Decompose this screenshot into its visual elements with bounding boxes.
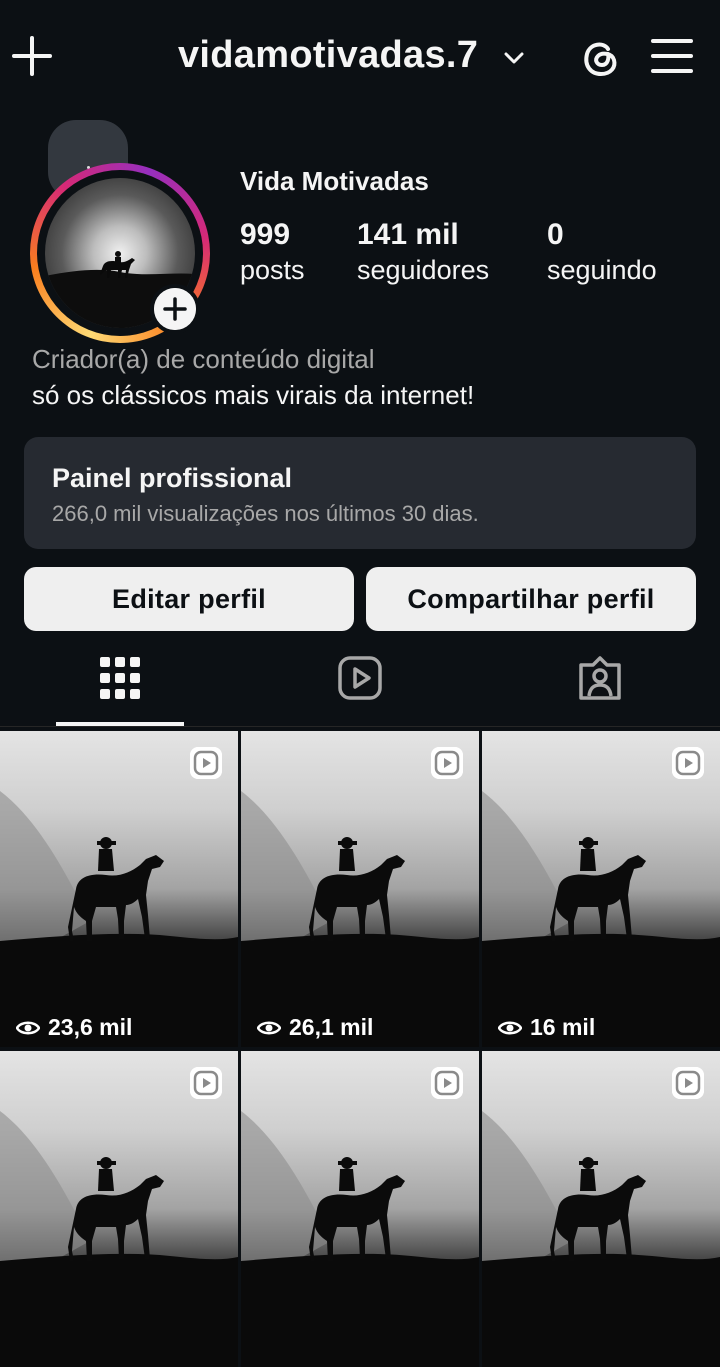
profile-category: Criador(a) de conteúdo digital <box>32 344 375 374</box>
username-title[interactable]: vidamotivadas.7 <box>178 34 478 77</box>
edit-profile-button[interactable]: Editar perfil <box>24 567 354 631</box>
tab-posts-grid[interactable] <box>0 650 240 730</box>
post-tile[interactable] <box>482 1051 720 1367</box>
view-count: 23,6 mil <box>16 1014 132 1041</box>
view-count: 26,1 mil <box>257 1014 373 1041</box>
add-story-plus-icon[interactable] <box>150 284 200 334</box>
reel-badge-icon <box>431 747 463 779</box>
stat-value: 141 mil <box>357 218 459 251</box>
tab-divider <box>0 726 720 727</box>
post-tile[interactable]: 16 mil <box>482 731 720 1047</box>
reel-badge-icon <box>672 747 704 779</box>
top-bar: vidamotivadas.7 <box>0 0 720 116</box>
reel-badge-icon <box>672 1067 704 1099</box>
stat-following[interactable]: 0 seguindo <box>547 218 657 288</box>
stat-label: posts <box>240 255 305 285</box>
eye-icon <box>498 1021 522 1034</box>
view-count-value: 16 mil <box>530 1014 596 1040</box>
display-name: Vida Motivadas <box>240 166 429 196</box>
view-count: 16 mil <box>498 1014 595 1041</box>
stat-label: seguidores <box>357 255 490 285</box>
chevron-down-icon[interactable] <box>502 46 526 70</box>
post-tile[interactable] <box>0 1051 238 1367</box>
create-plus-icon[interactable] <box>10 34 54 78</box>
grid-icon <box>100 657 140 699</box>
post-tile[interactable]: 26,1 mil <box>241 731 479 1047</box>
tab-tagged[interactable] <box>480 650 720 730</box>
stat-label: seguindo <box>547 255 657 285</box>
stat-posts[interactable]: 999 posts <box>240 218 305 288</box>
dashboard-title: Painel profissional <box>52 463 293 493</box>
threads-icon[interactable] <box>577 34 623 80</box>
tagged-icon <box>579 656 621 700</box>
reel-badge-icon <box>431 1067 463 1099</box>
eye-icon <box>16 1021 40 1034</box>
profile-bio: só os clássicos mais virais da internet! <box>32 380 475 410</box>
stat-followers[interactable]: 141 mil seguidores <box>357 218 489 288</box>
reel-badge-icon <box>190 747 222 779</box>
reels-icon <box>338 656 382 700</box>
professional-dashboard[interactable]: Painel profissional 266,0 mil visualizaç… <box>24 437 696 549</box>
share-profile-button[interactable]: Compartilhar perfil <box>366 567 696 631</box>
eye-icon <box>257 1021 281 1034</box>
reel-badge-icon <box>190 1067 222 1099</box>
post-tile[interactable] <box>241 1051 479 1367</box>
menu-icon[interactable] <box>650 36 694 76</box>
view-count-value: 23,6 mil <box>48 1014 133 1040</box>
stat-value: 0 <box>547 218 564 251</box>
stat-value: 999 <box>240 218 291 251</box>
post-tile[interactable]: 23,6 mil <box>0 731 238 1047</box>
tab-reels[interactable] <box>240 650 480 730</box>
view-count-value: 26,1 mil <box>289 1014 374 1040</box>
dashboard-subtitle: 266,0 mil visualizações nos últimos 30 d… <box>52 501 479 526</box>
